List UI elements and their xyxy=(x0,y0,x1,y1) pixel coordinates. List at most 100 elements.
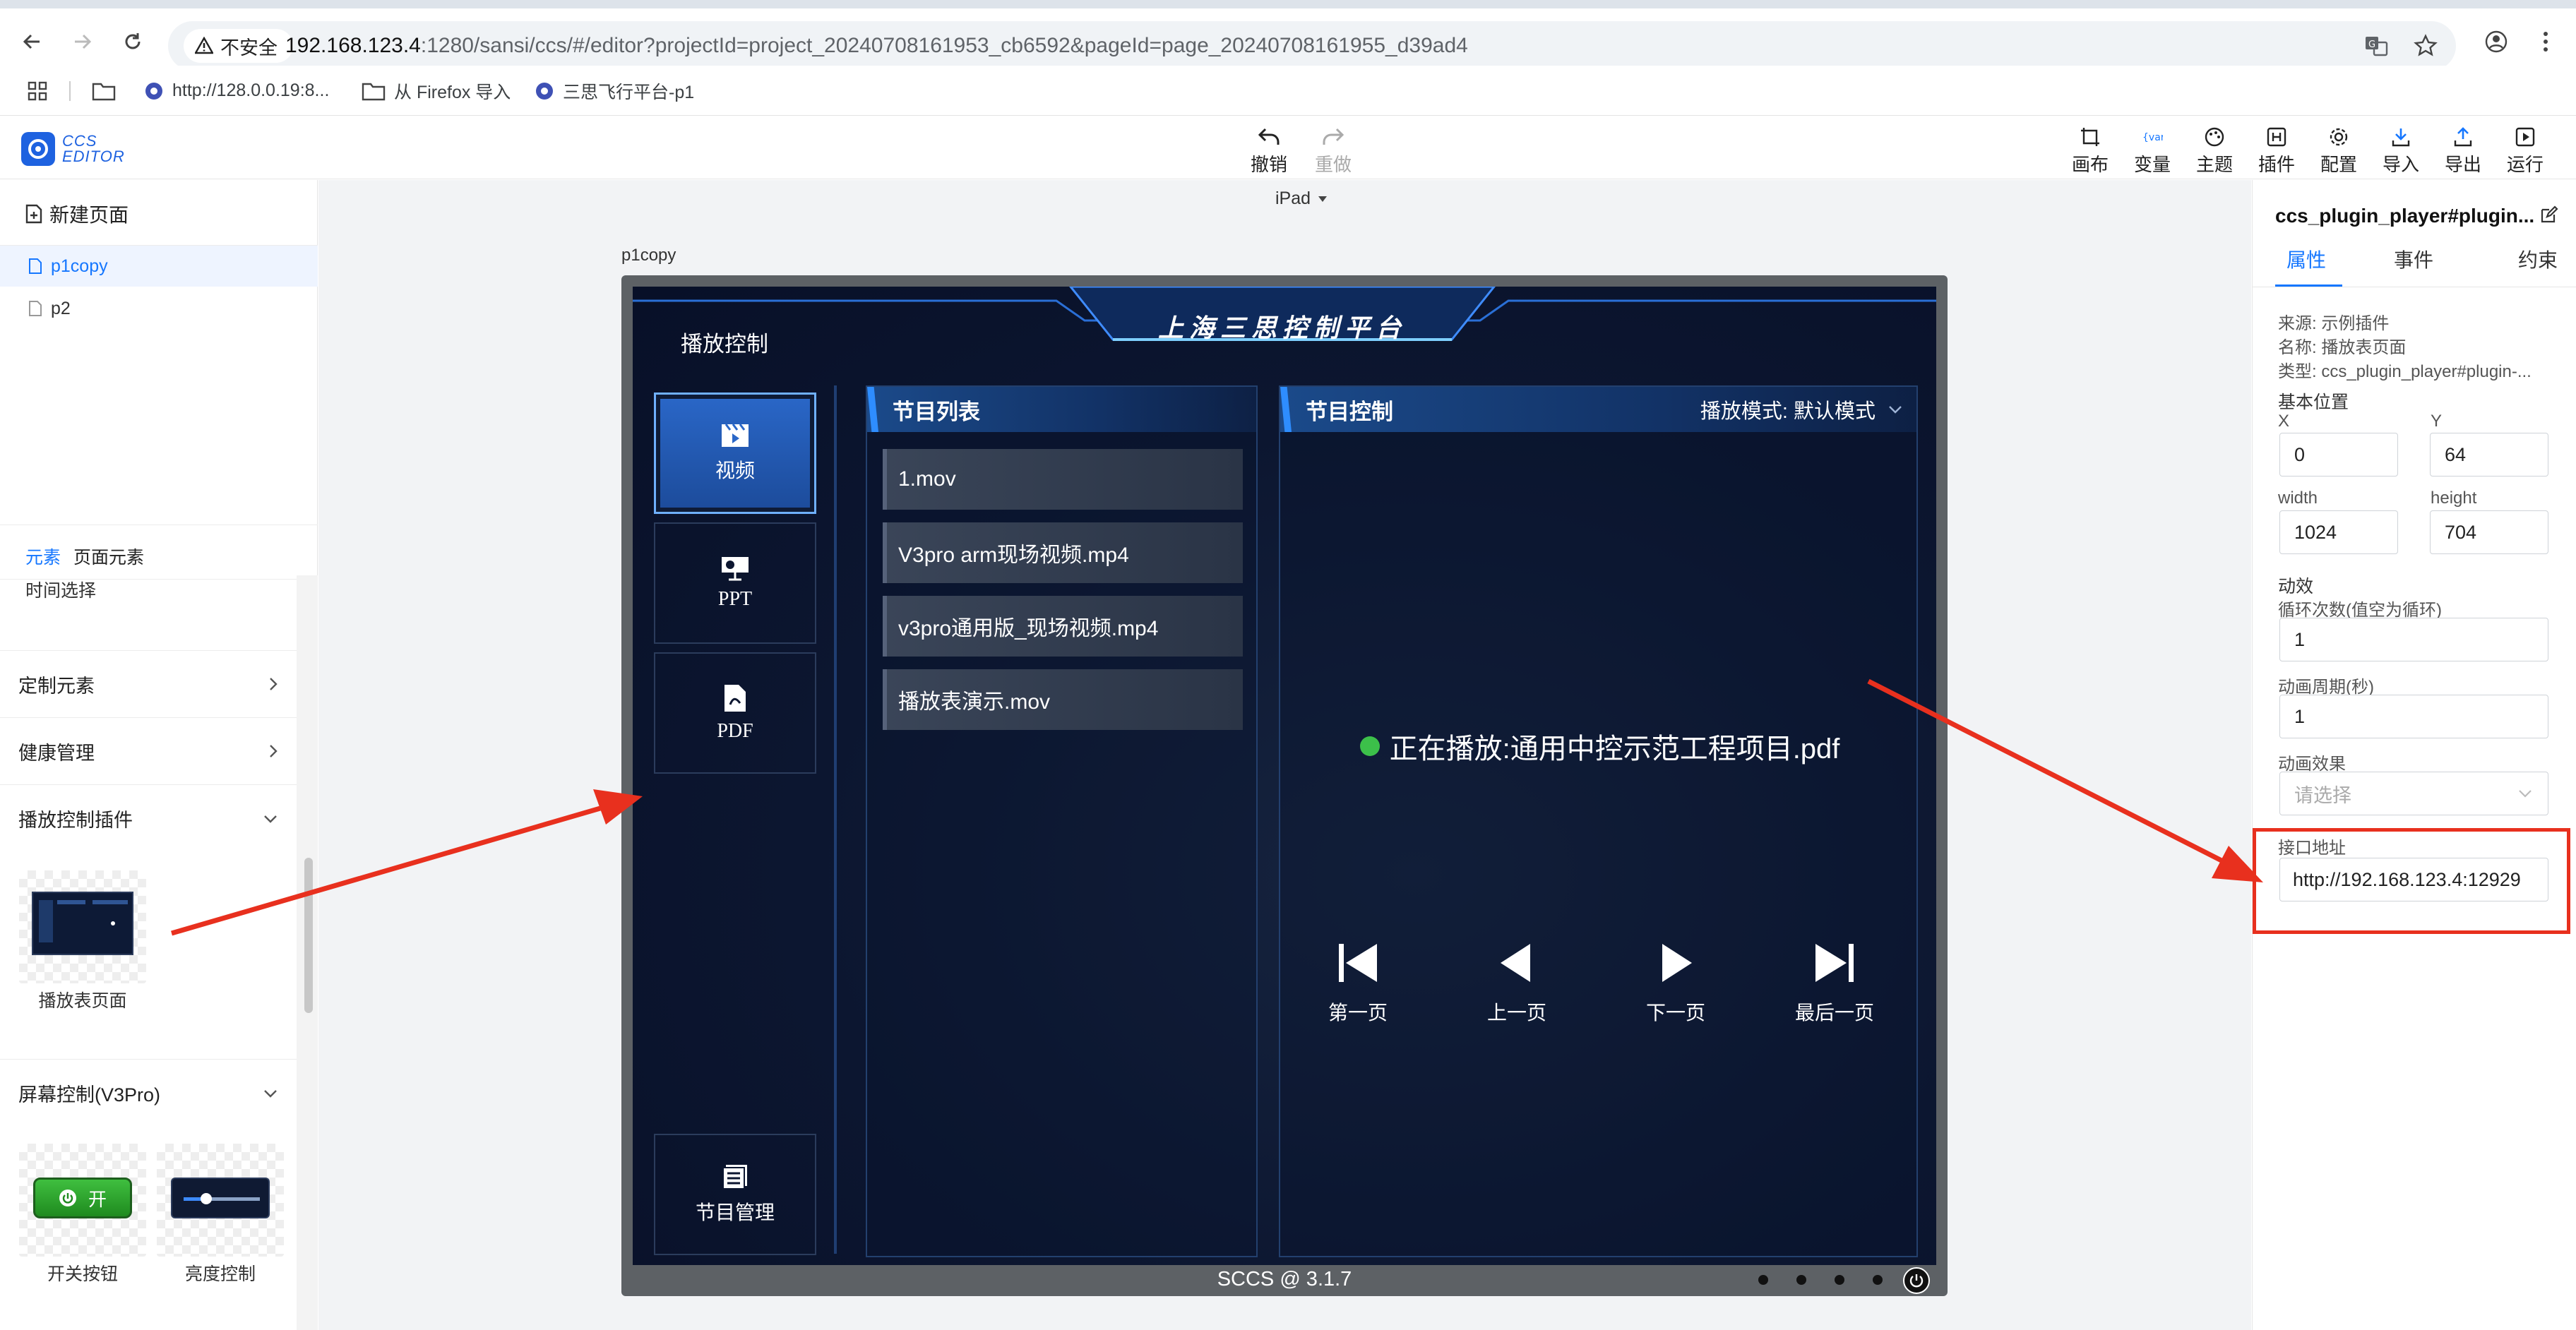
plugin-thumb-preview xyxy=(32,892,133,955)
category-playback-plugin[interactable]: 播放控制插件 xyxy=(0,785,304,852)
program-manage-button[interactable]: 节目管理 xyxy=(654,1134,816,1255)
new-page-button[interactable]: 新建页面 xyxy=(25,200,129,228)
toolbar-label: 配置 xyxy=(2320,154,2357,175)
url-text[interactable]: 192.168.123.4:1280/sansi/ccs/#/editor?pr… xyxy=(285,21,1468,71)
program-file-item[interactable]: V3pro arm现场视频.mp4 xyxy=(883,522,1243,583)
toolbar-import-button[interactable]: 导入 xyxy=(2373,126,2429,176)
profile-icon xyxy=(2485,30,2508,53)
logo-line-1: CCS xyxy=(62,132,97,150)
toolbar-run-button[interactable]: 运行 xyxy=(2497,126,2553,176)
site-globe-icon xyxy=(145,82,162,100)
page-dot[interactable] xyxy=(1796,1275,1806,1285)
page-dot[interactable] xyxy=(1835,1275,1844,1285)
type-text: 类型: ccs_plugin_player#plugin-... xyxy=(2278,362,2532,381)
menu-button[interactable] xyxy=(2528,24,2563,59)
scrollbar-thumb[interactable] xyxy=(304,858,313,1013)
bookmark-star-button[interactable] xyxy=(2414,34,2438,58)
theme-icon xyxy=(2205,127,2224,147)
back-button[interactable] xyxy=(14,24,49,59)
loop-input[interactable]: 1 xyxy=(2279,618,2548,661)
toolbar-theme-button[interactable]: 主题 xyxy=(2186,126,2243,176)
category-screen-control[interactable]: 屏幕控制(V3Pro) xyxy=(0,1060,304,1127)
category-custom-elements[interactable]: 定制元素 xyxy=(0,651,304,718)
y-input[interactable]: 64 xyxy=(2430,433,2548,477)
toolbar-canvas-button[interactable]: 画布 xyxy=(2062,126,2118,176)
player-screen[interactable]: 上海三思控制平台 播放控制 视频 PPT PDF 节目管理 节目列表 1.mov… xyxy=(633,287,1936,1265)
omnibox[interactable]: 不安全 192.168.123.4:1280/sansi/ccs/#/edito… xyxy=(168,21,2456,71)
edit-title-button[interactable] xyxy=(2540,205,2558,224)
program-file-item[interactable]: 1.mov xyxy=(883,449,1243,510)
category-health[interactable]: 健康管理 xyxy=(0,718,304,785)
next-page-button[interactable]: 下一页 xyxy=(1626,941,1725,1026)
star-icon xyxy=(2414,34,2438,56)
toolbar-export-button[interactable]: 导出 xyxy=(2435,126,2491,176)
api-input[interactable]: http://192.168.123.4:12929 xyxy=(2279,858,2548,901)
last-page-button[interactable]: 最后一页 xyxy=(1785,941,1884,1026)
height-input[interactable]: 704 xyxy=(2430,510,2548,554)
translate-button[interactable]: G xyxy=(2364,34,2388,58)
undo-icon xyxy=(1258,128,1280,145)
video-icon xyxy=(722,424,749,447)
effect-select[interactable]: 请选择 xyxy=(2279,772,2548,815)
tab-constraints[interactable]: 约束 xyxy=(2518,245,2558,273)
scrollbar-track[interactable] xyxy=(297,575,318,1330)
tab-elements[interactable]: 元素 xyxy=(25,544,61,569)
plugin-thumb-playlist[interactable] xyxy=(19,870,146,983)
category-label: 屏幕控制(V3Pro) xyxy=(18,1084,161,1106)
tab-page-elements[interactable]: 页面元素 xyxy=(73,544,144,569)
variable-icon: {var} xyxy=(2142,132,2163,143)
redo-button[interactable]: 重做 xyxy=(1305,126,1361,176)
settings-icon xyxy=(2330,128,2348,146)
name-text: 名称: 播放表页面 xyxy=(2278,338,2407,357)
forward-button[interactable] xyxy=(65,24,100,59)
tab-properties[interactable]: 属性 xyxy=(2286,245,2326,273)
x-input[interactable]: 0 xyxy=(2279,433,2398,477)
page-item-p1copy[interactable]: p1copy xyxy=(0,246,318,287)
svg-text:G: G xyxy=(2368,40,2375,50)
device-select[interactable]: iPad xyxy=(1275,188,1328,209)
bookmark-folder[interactable] xyxy=(92,66,116,116)
bookmark-item-3[interactable]: 三思飞行平台-p1 xyxy=(535,66,694,116)
page-dot[interactable] xyxy=(1873,1275,1883,1285)
power-button[interactable] xyxy=(1903,1267,1930,1294)
undo-button[interactable]: 撤销 xyxy=(1241,126,1297,176)
bookmark-label: http://128.0.0.19:8... xyxy=(172,80,330,100)
now-playing: 正在播放:通用中控示范工程项目.pdf xyxy=(1280,726,1919,767)
toolbar-plugin-button[interactable]: 插件 xyxy=(2248,126,2305,176)
program-file-item[interactable]: 播放表演示.mov xyxy=(883,669,1243,730)
play-mode-select[interactable]: 播放模式: 默认模式 xyxy=(1700,395,1902,424)
new-page-label: 新建页面 xyxy=(49,204,129,226)
nav-video-tile[interactable]: 视频 xyxy=(654,393,816,514)
page-dot[interactable] xyxy=(1758,1275,1768,1285)
toolbar-settings-button[interactable]: 配置 xyxy=(2310,126,2367,176)
program-file-item[interactable]: v3pro通用版_现场视频.mp4 xyxy=(883,596,1243,657)
switch-button-thumb[interactable]: 开 xyxy=(19,1144,146,1257)
width-input[interactable]: 1024 xyxy=(2279,510,2398,554)
left-panel: 新建页面 p1copy p2 元素 页面元素 时间选择 定制元素 健康管理 播放… xyxy=(0,180,318,1330)
security-chip[interactable]: 不安全 xyxy=(184,29,293,63)
bookmark-item-2[interactable]: 从 Firefox 导入 xyxy=(362,66,511,116)
security-label: 不安全 xyxy=(220,37,278,59)
nav-pdf-tile[interactable]: PDF xyxy=(654,652,816,774)
brightness-thumb[interactable] xyxy=(157,1144,284,1257)
profile-button[interactable] xyxy=(2479,24,2514,59)
chevron-down-icon xyxy=(2519,790,2532,798)
bookmark-item-1[interactable]: http://128.0.0.19:8... xyxy=(144,66,329,116)
period-input[interactable]: 1 xyxy=(2279,695,2548,738)
page-item-label: p1copy xyxy=(51,256,108,276)
power-icon xyxy=(59,1190,76,1206)
control-label: 第一页 xyxy=(1328,1002,1388,1024)
apps-button[interactable] xyxy=(27,66,48,116)
page-item-p2[interactable]: p2 xyxy=(0,288,318,329)
toolbar-label: 导入 xyxy=(2382,154,2419,175)
prev-page-button[interactable]: 上一页 xyxy=(1467,941,1566,1026)
toolbar-variable-button[interactable]: {var} 变量 xyxy=(2124,126,2181,176)
reload-button[interactable] xyxy=(115,24,150,59)
section-title: 播放控制 xyxy=(681,332,768,357)
tab-events[interactable]: 事件 xyxy=(2394,245,2433,273)
time-picker-item[interactable]: 时间选择 xyxy=(25,577,96,602)
caret-down-icon xyxy=(1318,196,1328,202)
first-page-button[interactable]: 第一页 xyxy=(1308,941,1407,1026)
page-icon xyxy=(29,301,42,316)
nav-ppt-tile[interactable]: PPT xyxy=(654,522,816,644)
